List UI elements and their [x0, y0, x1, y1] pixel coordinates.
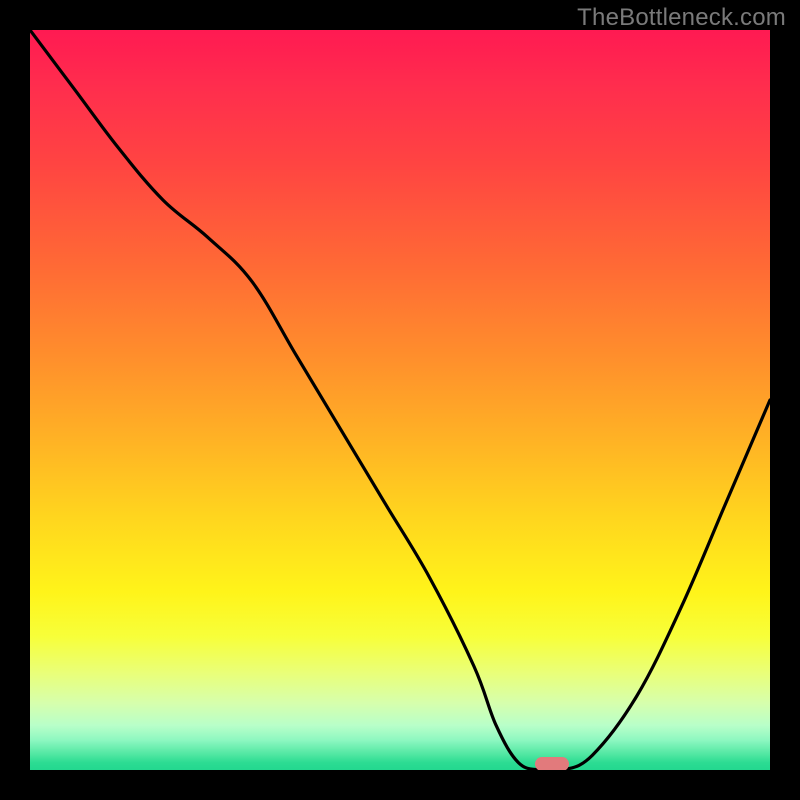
watermark-text: TheBottleneck.com — [577, 4, 786, 32]
chart-frame: TheBottleneck.com — [0, 0, 800, 800]
bottleneck-curve — [30, 30, 770, 770]
plot-area — [30, 30, 770, 770]
optimal-point-marker — [535, 757, 569, 770]
